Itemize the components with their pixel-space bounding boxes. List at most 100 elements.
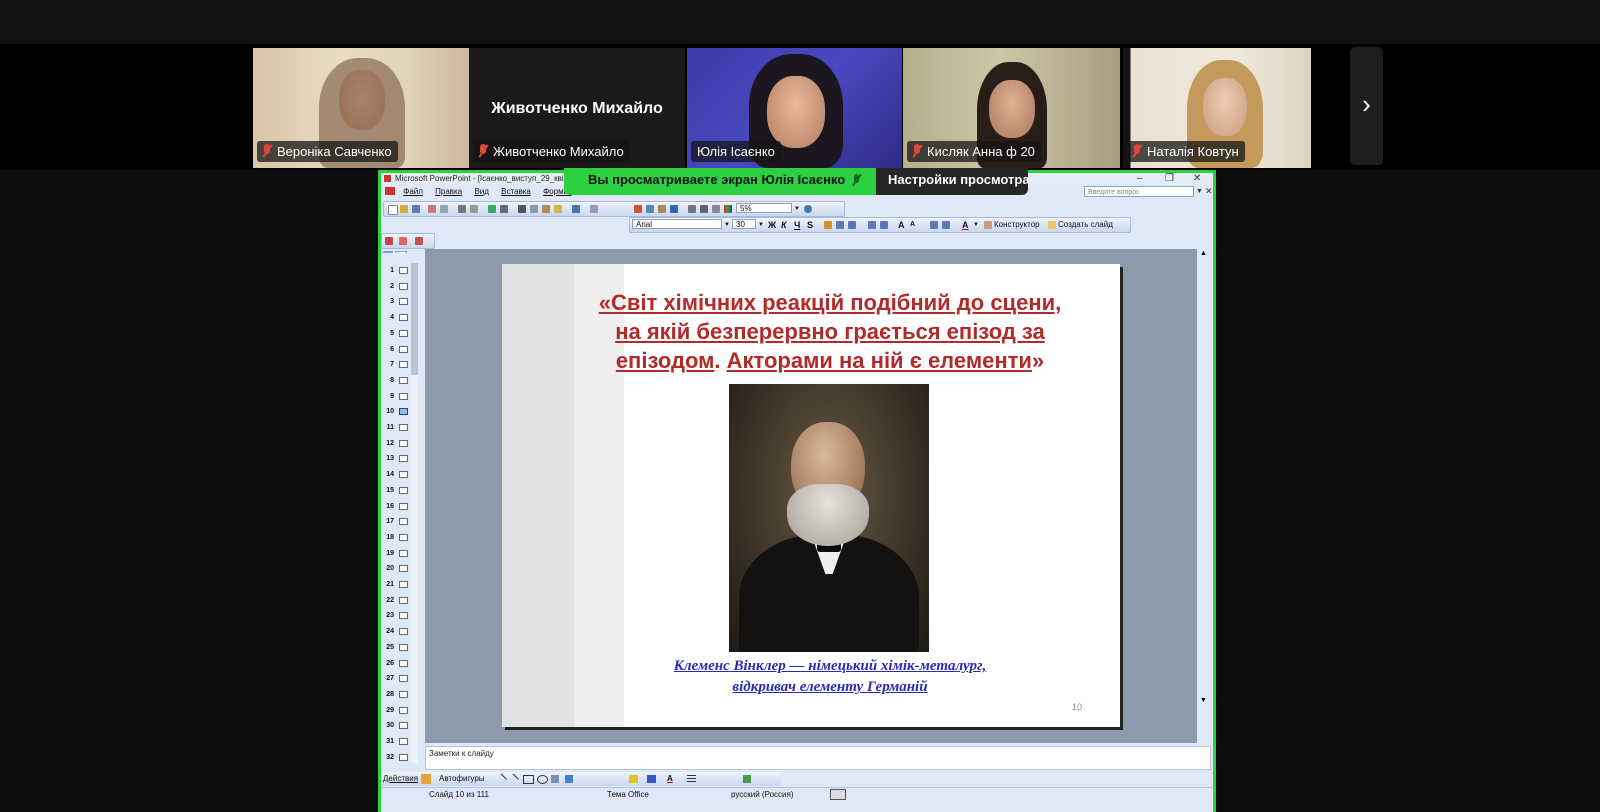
slide-thumbnail[interactable]: 9 — [381, 389, 423, 405]
expand-icon[interactable] — [688, 205, 696, 213]
drawing-actions-menu[interactable]: Действия — [383, 772, 418, 786]
slide-thumbnail[interactable]: 5 — [381, 326, 423, 342]
research-icon[interactable] — [500, 205, 508, 213]
grid-icon[interactable] — [712, 205, 720, 213]
slide-thumbnail[interactable]: 26 — [381, 656, 423, 672]
help-icon[interactable] — [804, 205, 812, 213]
participant-tile-2[interactable]: Животченко Михайло Животченко Михайло — [469, 48, 685, 168]
slide-thumbnail[interactable]: 17 — [381, 514, 423, 530]
line-style-icon[interactable] — [687, 775, 696, 783]
next-participants-button[interactable]: › — [1350, 47, 1383, 165]
slide-thumbnail[interactable]: 27 — [381, 671, 423, 687]
permission-icon[interactable] — [428, 205, 436, 213]
designer-icon[interactable] — [984, 221, 992, 229]
italic-button[interactable]: К — [781, 219, 787, 231]
align-right-icon[interactable] — [848, 221, 856, 229]
scroll-down-icon[interactable]: ▼ — [1200, 697, 1207, 704]
arrow-icon[interactable] — [506, 773, 520, 786]
print-icon[interactable] — [458, 205, 466, 213]
copy-icon[interactable] — [530, 205, 538, 213]
new-icon[interactable] — [388, 205, 398, 215]
redo-icon[interactable] — [590, 205, 598, 213]
slide-thumbnail[interactable]: 11 — [381, 420, 423, 436]
scroll-up-icon[interactable]: ▲ — [1200, 250, 1207, 257]
open-icon[interactable] — [400, 205, 408, 213]
show-formatting-icon[interactable] — [700, 205, 708, 213]
hyperlink-icon[interactable] — [670, 205, 678, 213]
slide-thumbnail[interactable]: 16 — [381, 499, 423, 515]
slide-thumbnail[interactable]: 29 — [381, 703, 423, 719]
close-icon[interactable]: ✕ — [1193, 173, 1201, 184]
rectangle-icon[interactable] — [523, 775, 534, 784]
menu-view[interactable]: Вид — [474, 187, 488, 196]
slide-thumbnail[interactable]: 7 — [381, 357, 423, 373]
shadow-button[interactable]: S — [807, 219, 813, 231]
font-color-button[interactable]: A — [962, 219, 969, 231]
increase-indent-icon[interactable] — [942, 221, 950, 229]
font-size-select[interactable]: 30 — [732, 219, 756, 229]
bold-button[interactable]: Ж — [768, 219, 776, 231]
slide-thumbnail[interactable]: 4 — [381, 310, 423, 326]
slide-notes-field[interactable]: Заметки к слайду — [425, 746, 1211, 770]
help-search-input[interactable]: Введите вопрос — [1084, 186, 1194, 197]
numbering-icon[interactable] — [868, 221, 876, 229]
slide-thumbnail[interactable]: 23 — [381, 608, 423, 624]
reviewing-pane-icon[interactable] — [415, 237, 423, 245]
new-slide-icon[interactable] — [1048, 221, 1056, 229]
new-slide-button[interactable]: Создать слайд — [1058, 218, 1113, 232]
slide-thumbnail[interactable]: 30 — [381, 718, 423, 734]
view-options-button[interactable]: Настройки просмотра — [876, 168, 1028, 195]
slide-thumbnail[interactable]: 3 — [381, 294, 423, 310]
minimize-icon[interactable]: – — [1137, 173, 1143, 184]
slide-thumbnail[interactable]: 15 — [381, 483, 423, 499]
increase-font-button[interactable]: A — [898, 219, 905, 231]
bullets-icon[interactable] — [880, 221, 888, 229]
slide-thumbnail[interactable]: 8 — [381, 373, 423, 389]
textbox-icon[interactable] — [551, 775, 559, 783]
autoshapes-menu[interactable]: Автофигуры — [439, 772, 485, 786]
fill-color-icon[interactable] — [629, 775, 638, 783]
save-icon[interactable] — [412, 205, 420, 213]
font-name-select[interactable]: Arial — [632, 219, 722, 229]
paste-icon[interactable] — [542, 205, 550, 213]
format-painter-icon[interactable] — [554, 205, 562, 213]
select-objects-icon[interactable] — [421, 774, 431, 784]
menu-file[interactable]: Файл — [403, 187, 423, 196]
align-left-icon[interactable] — [824, 221, 832, 229]
spelling-status-icon[interactable] — [830, 789, 846, 800]
participant-tile-4[interactable]: Кисляк Анна ф 20 — [903, 48, 1120, 168]
slide-thumbnail[interactable]: 22 — [381, 593, 423, 609]
slide-thumbnail[interactable]: 25 — [381, 640, 423, 656]
menu-edit[interactable]: Правка — [435, 187, 462, 196]
participant-tile-1[interactable]: Вероніка Савченко — [253, 48, 469, 168]
email-icon[interactable] — [440, 205, 448, 213]
help-dropdown-icon[interactable]: ▼ — [1196, 186, 1203, 197]
spelling-icon[interactable] — [488, 205, 496, 213]
slide-thumbnail[interactable]: 24 — [381, 624, 423, 640]
cut-icon[interactable] — [518, 205, 526, 213]
underline-button[interactable]: Ч — [794, 219, 800, 231]
slide-thumbnail[interactable]: 20 — [381, 561, 423, 577]
slide-thumbnail[interactable]: 31 — [381, 734, 423, 750]
oval-icon[interactable] — [537, 775, 548, 784]
decrease-indent-icon[interactable] — [930, 221, 938, 229]
slide-thumbnail[interactable]: 10 — [381, 404, 423, 420]
wordart-icon[interactable] — [565, 775, 573, 783]
menu-insert[interactable]: Вставка — [501, 187, 531, 196]
zoom-dropdown-icon[interactable]: ▼ — [794, 202, 800, 216]
slide-thumbnail[interactable]: 1 — [381, 263, 423, 279]
font-color-dropdown-icon[interactable]: ▼ — [973, 218, 979, 232]
undo-icon[interactable] — [572, 205, 580, 213]
slide-thumbnail[interactable]: 19 — [381, 546, 423, 562]
print-preview-icon[interactable] — [470, 205, 478, 213]
slide-thumbnail[interactable]: 28 — [381, 687, 423, 703]
editor-vertical-scrollbar[interactable]: ▲ ▼ — [1197, 249, 1211, 743]
size-dropdown-icon[interactable]: ▼ — [758, 218, 764, 232]
slide-thumbnail[interactable]: 18 — [381, 530, 423, 546]
3d-icon[interactable] — [743, 775, 751, 783]
comment-icon[interactable] — [385, 237, 393, 245]
slide-thumbnail[interactable]: 21 — [381, 577, 423, 593]
slide-thumbnail[interactable]: 14 — [381, 467, 423, 483]
slide-thumbnail[interactable]: 12 — [381, 436, 423, 452]
chart-icon[interactable] — [634, 205, 642, 213]
